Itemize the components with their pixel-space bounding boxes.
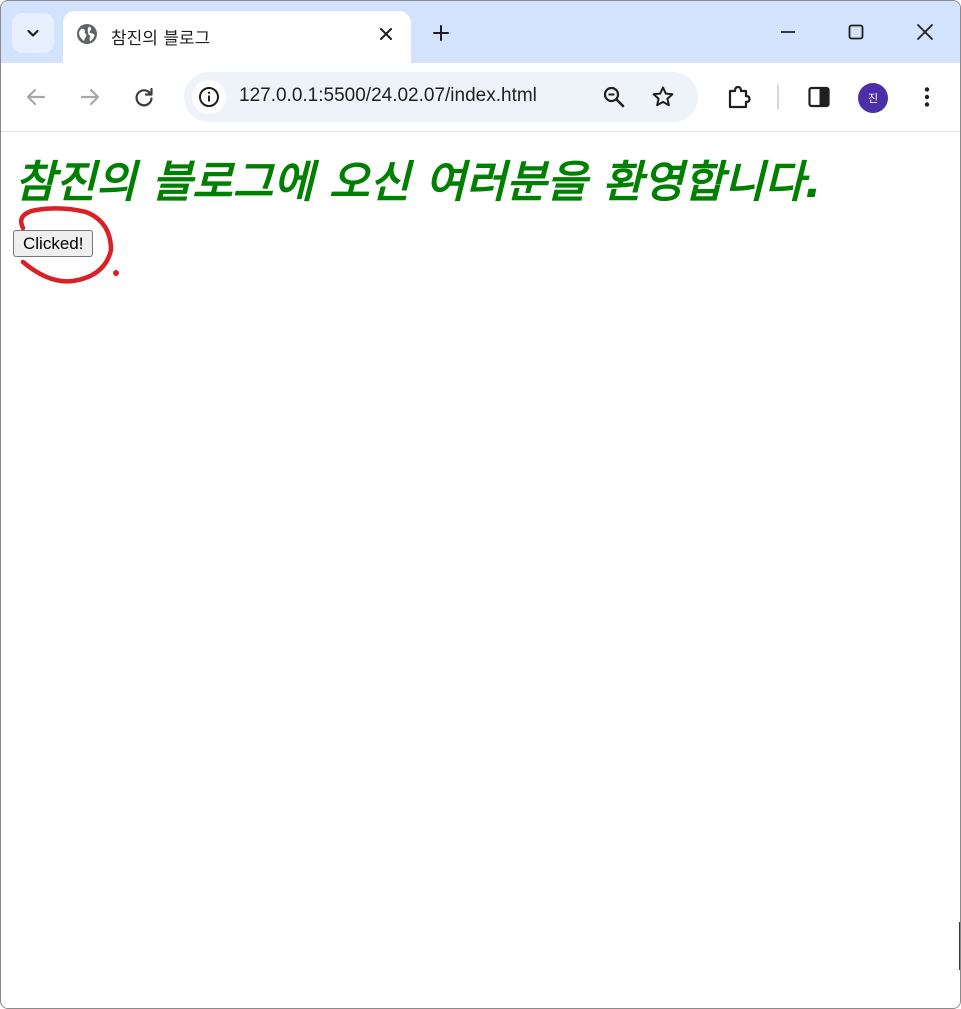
close-window-button[interactable]	[910, 17, 940, 47]
tab-search-button[interactable]	[12, 13, 54, 53]
page-heading: 참진의 블로그에 오신 여러분을 환영합니다.	[15, 157, 822, 208]
close-icon	[380, 28, 392, 40]
back-button[interactable]	[22, 83, 50, 111]
minimize-icon	[781, 31, 795, 33]
url-text[interactable]: 127.0.0.1:5500/24.02.07/index.html	[239, 85, 537, 107]
new-tab-button[interactable]	[429, 21, 453, 45]
star-icon	[652, 86, 674, 107]
minimize-button[interactable]	[773, 17, 803, 47]
site-info-button[interactable]	[192, 80, 226, 114]
maximize-icon	[848, 24, 864, 40]
globe-icon	[77, 24, 97, 44]
extensions-button[interactable]	[725, 83, 753, 111]
profile-avatar[interactable]: 진	[858, 83, 888, 113]
arrow-left-icon	[26, 88, 46, 106]
close-icon	[917, 24, 933, 40]
reload-icon	[135, 87, 153, 107]
address-bar[interactable]: 127.0.0.1:5500/24.02.07/index.html	[184, 72, 698, 122]
puzzle-icon	[728, 85, 751, 109]
toolbar-divider	[777, 85, 779, 109]
tab-close-button[interactable]	[375, 23, 397, 45]
active-tab[interactable]: 참진의 블로그	[63, 11, 411, 63]
side-panel-button[interactable]	[805, 83, 833, 111]
browser-window: 참진의 블로그 127.0.0.1:5500/24.02.07/index.ht…	[0, 0, 961, 1009]
menu-button[interactable]	[913, 83, 941, 111]
more-vert-icon	[924, 87, 930, 107]
plus-icon	[433, 25, 449, 41]
zoom-out-icon	[603, 86, 625, 108]
zoom-button[interactable]	[601, 84, 627, 110]
clicked-button[interactable]: Clicked!	[13, 230, 94, 257]
arrow-right-icon	[80, 88, 100, 106]
maximize-button[interactable]	[841, 17, 871, 47]
chevron-down-icon	[27, 29, 39, 37]
side-panel-icon	[808, 86, 830, 108]
forward-button[interactable]	[76, 83, 104, 111]
tab-strip: 참진의 블로그	[1, 1, 960, 63]
bookmark-button[interactable]	[650, 84, 676, 110]
tab-title: 참진의 블로그	[111, 29, 211, 49]
info-icon	[199, 87, 219, 107]
browser-toolbar: 127.0.0.1:5500/24.02.07/index.html 진	[1, 63, 960, 132]
page-content: 참진의 블로그에 오신 여러분을 환영합니다. Clicked!	[1, 132, 960, 1008]
reload-button[interactable]	[130, 83, 158, 111]
